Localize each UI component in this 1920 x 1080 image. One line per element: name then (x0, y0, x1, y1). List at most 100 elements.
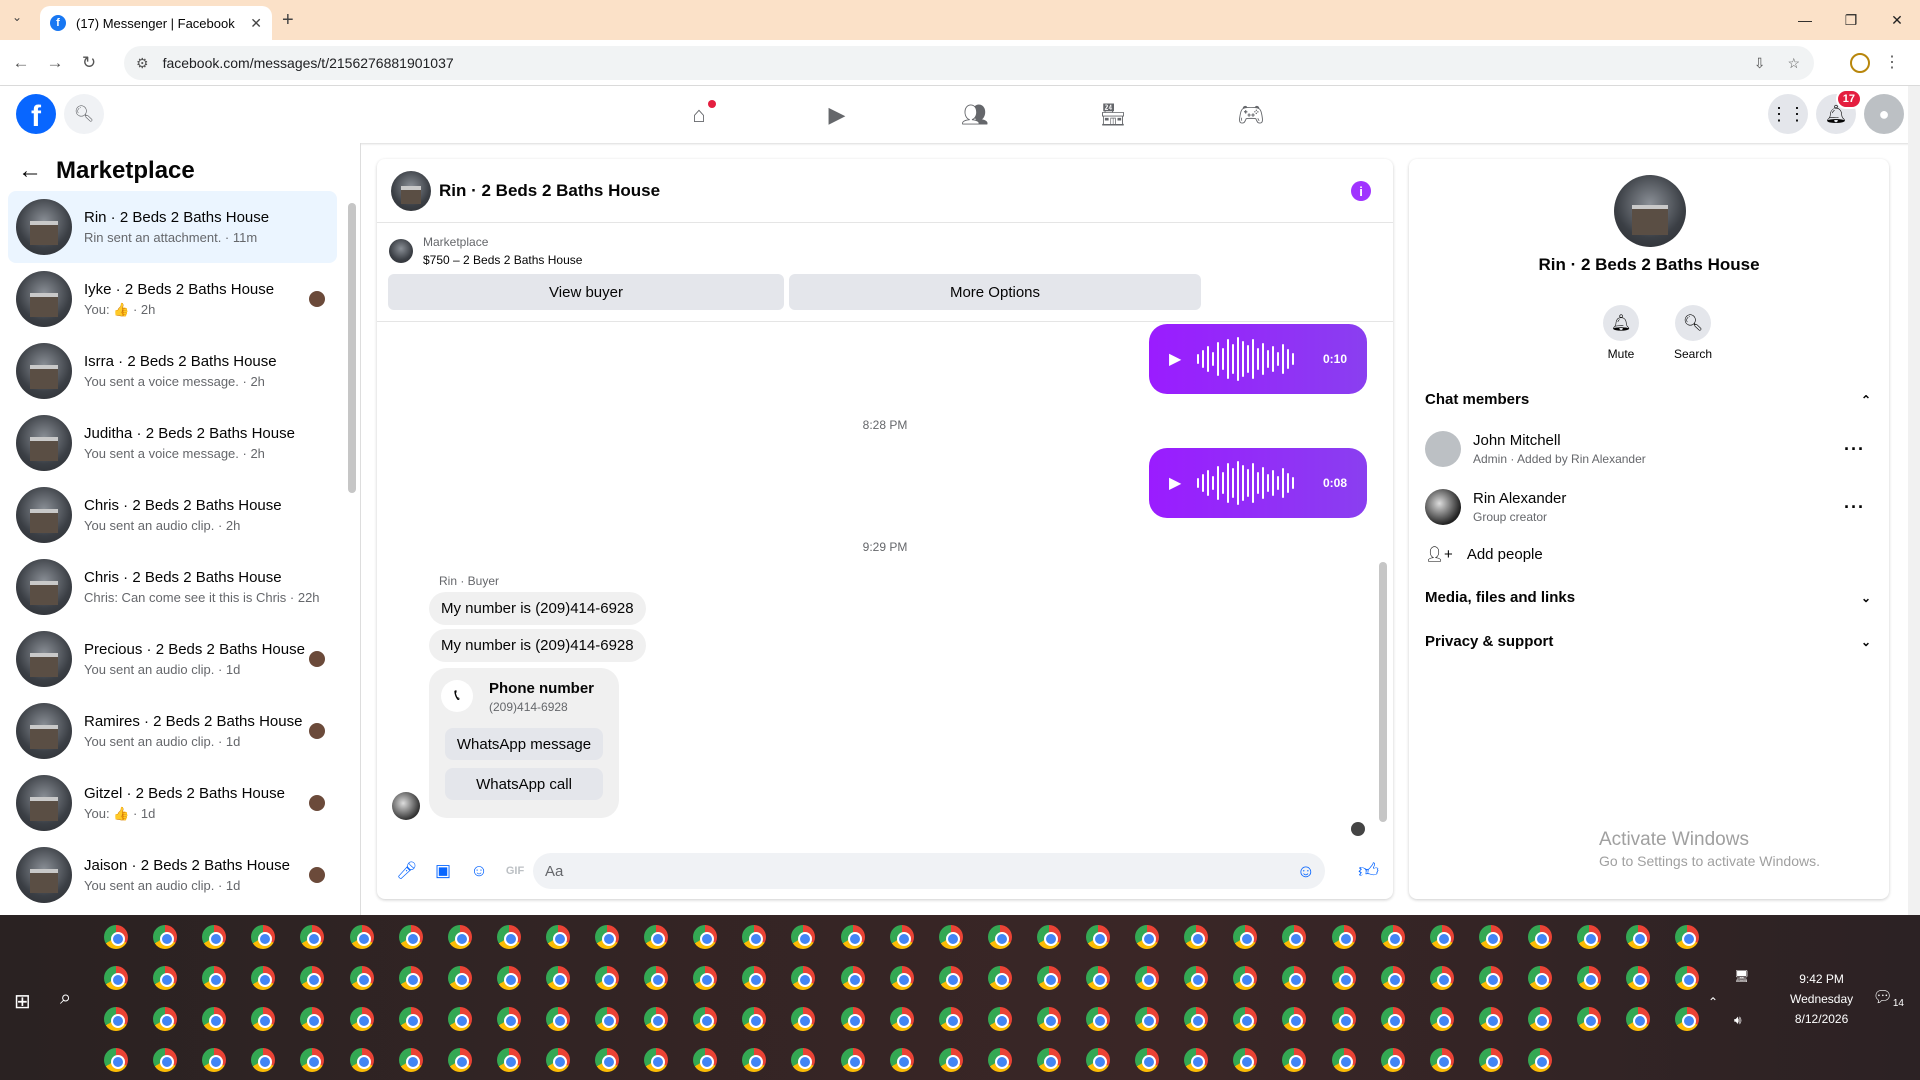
more-options-button[interactable]: More Options (789, 274, 1201, 310)
taskbar-browser-icon[interactable] (1282, 966, 1307, 990)
mute-button[interactable]: 🔔︎ Mute (1591, 305, 1651, 361)
conversation-item[interactable]: Chris · 2 Beds 2 Baths House You sent an … (8, 479, 337, 551)
close-tab-icon[interactable]: ✕ (250, 15, 262, 32)
url-text[interactable]: facebook.com/messages/t/2156276881901037 (163, 55, 454, 71)
taskbar-browser-icon[interactable] (104, 925, 128, 949)
conversation-item[interactable]: Iyke · 2 Beds 2 Baths House You: 👍 · 2h (8, 263, 337, 335)
taskbar-browser-icon[interactable] (938, 966, 963, 990)
facebook-logo-icon[interactable]: f (16, 94, 56, 134)
taskbar-browser-icon[interactable] (1626, 925, 1651, 949)
taskbar-browser-icon[interactable] (251, 1048, 276, 1072)
taskbar-browser-icon[interactable] (1331, 966, 1356, 990)
home-icon[interactable]: ⌂ (630, 86, 768, 143)
microphone-icon[interactable]: 🎤︎ (389, 861, 425, 881)
taskbar-browser-icon[interactable] (987, 1007, 1012, 1031)
privacy-support-section[interactable]: Privacy & support ⌄ (1425, 633, 1871, 650)
taskbar-browser-icon[interactable] (1086, 1007, 1110, 1031)
taskbar-browser-icon[interactable] (1675, 966, 1700, 990)
taskbar-browser-icon[interactable] (889, 1007, 914, 1031)
taskbar-browser-icon[interactable] (300, 966, 325, 990)
taskbar-browser-icon[interactable] (1135, 1048, 1160, 1072)
photo-icon[interactable]: ▣ (425, 861, 461, 881)
message-input[interactable]: Aa ☺ (533, 853, 1325, 889)
sidebar-scrollbar[interactable] (348, 203, 356, 493)
taskbar-browser-icon[interactable] (1577, 925, 1601, 949)
taskbar-browser-icon[interactable] (202, 1048, 227, 1072)
account-avatar[interactable]: ● (1864, 94, 1904, 134)
taskbar-clock[interactable]: 9:42 PM Wednesday 8/12/2026 (1790, 969, 1853, 1029)
taskbar-browser-icon[interactable] (1233, 1048, 1258, 1072)
conversation-item[interactable]: Ramires · 2 Beds 2 Baths House You sent a… (8, 695, 337, 767)
search-conversation-button[interactable]: 🔍︎ Search (1663, 305, 1723, 361)
taskbar-browser-icon[interactable] (987, 1048, 1012, 1072)
taskbar-browser-icon[interactable] (644, 925, 669, 949)
taskbar-browser-icon[interactable] (447, 966, 472, 990)
taskbar-browser-icon[interactable] (1086, 1048, 1110, 1072)
taskbar-browser-icon[interactable] (1429, 1007, 1454, 1031)
taskbar-browser-icon[interactable] (1184, 966, 1209, 990)
taskbar-browser-icon[interactable] (938, 1007, 963, 1031)
taskbar-browser-icon[interactable] (1331, 1007, 1356, 1031)
taskbar-browser-icon[interactable] (349, 925, 374, 949)
taskbar-browser-icon[interactable] (251, 1007, 276, 1031)
taskbar-browser-icon[interactable] (1478, 925, 1503, 949)
taskbar-browser-icon[interactable] (791, 1007, 816, 1031)
taskbar-browser-icon[interactable] (104, 1048, 128, 1072)
taskbar-browser-icon[interactable] (202, 966, 227, 990)
taskbar-browser-icon[interactable] (153, 1007, 178, 1031)
browser-tab[interactable]: f (17) Messenger | Facebook ✕ (40, 6, 272, 40)
taskbar-browser-icon[interactable] (545, 925, 570, 949)
taskbar-browser-icon[interactable] (987, 925, 1012, 949)
taskbar-browser-icon[interactable] (349, 1048, 374, 1072)
member-row[interactable]: Rin Alexander Group creator ··· (1425, 483, 1871, 531)
taskbar-browser-icon[interactable] (1577, 966, 1601, 990)
conversation-item[interactable]: Chris · 2 Beds 2 Baths House Chris: Can c… (8, 551, 337, 623)
show-hidden-icons-icon[interactable]: ⌃ (1708, 995, 1718, 1009)
taskbar-browser-icon[interactable] (1527, 925, 1552, 949)
install-app-icon[interactable]: ⇩ (1754, 55, 1766, 72)
emoji-icon[interactable]: ☺ (1297, 861, 1315, 882)
taskbar-browser-icon[interactable] (1577, 1007, 1601, 1031)
taskbar-browser-icon[interactable] (1478, 966, 1503, 990)
add-people-button[interactable]: 👤︎+ Add people (1425, 545, 1871, 564)
taskbar-browser-icon[interactable] (153, 966, 178, 990)
chat-title[interactable]: Rin · 2 Beds 2 Baths House (439, 181, 660, 201)
taskbar-browser-icon[interactable] (1675, 925, 1700, 949)
taskbar-browser-icon[interactable] (1036, 966, 1061, 990)
reload-icon[interactable]: ↻ (76, 53, 102, 73)
forward-icon[interactable]: → (42, 53, 68, 73)
taskbar-browser-icon[interactable] (1380, 925, 1405, 949)
taskbar-browser-icon[interactable] (545, 1048, 570, 1072)
taskbar-browser-icon[interactable] (251, 966, 276, 990)
taskbar-browser-icon[interactable] (889, 966, 914, 990)
sticker-icon[interactable]: ☺ (461, 861, 497, 881)
taskbar-browser-icon[interactable] (1282, 1007, 1307, 1031)
taskbar-browser-icon[interactable] (1429, 925, 1454, 949)
taskbar-browser-icon[interactable] (447, 925, 472, 949)
taskbar-browser-icon[interactable] (840, 1007, 865, 1031)
message-bubble[interactable]: My number is (209)414-6928 (429, 629, 646, 662)
taskbar-browser-icon[interactable] (693, 1048, 718, 1072)
taskbar-browser-icon[interactable] (1478, 1048, 1503, 1072)
taskbar-browser-icon[interactable] (398, 1007, 423, 1031)
taskbar-browser-icon[interactable] (840, 1048, 865, 1072)
taskbar-browser-icon[interactable] (447, 1048, 472, 1072)
gif-icon[interactable]: GIF (497, 865, 533, 877)
taskbar-browser-icon[interactable] (889, 1048, 914, 1072)
minimize-icon[interactable]: — (1782, 0, 1828, 40)
taskbar-browser-icon[interactable] (644, 966, 669, 990)
taskbar-browser-icon[interactable] (1429, 1048, 1454, 1072)
taskbar-browser-icon[interactable] (1380, 1007, 1405, 1031)
taskbar-browser-icon[interactable] (447, 1007, 472, 1031)
marketplace-icon[interactable]: 🏪︎ (1044, 86, 1182, 143)
taskbar-browser-icon[interactable] (1184, 925, 1209, 949)
taskbar-browser-icon[interactable] (840, 925, 865, 949)
tab-search-chevron-icon[interactable]: ⌄ (12, 10, 22, 24)
taskbar-browser-icon[interactable] (251, 925, 276, 949)
taskbar-browser-icon[interactable] (398, 925, 423, 949)
more-options-icon[interactable]: ··· (1844, 439, 1865, 460)
close-window-icon[interactable]: ✕ (1874, 0, 1920, 40)
taskbar-browser-icon[interactable] (1036, 925, 1061, 949)
whatsapp-message-button[interactable]: WhatsApp message (445, 728, 603, 760)
bookmark-star-icon[interactable]: ☆ (1787, 55, 1800, 72)
